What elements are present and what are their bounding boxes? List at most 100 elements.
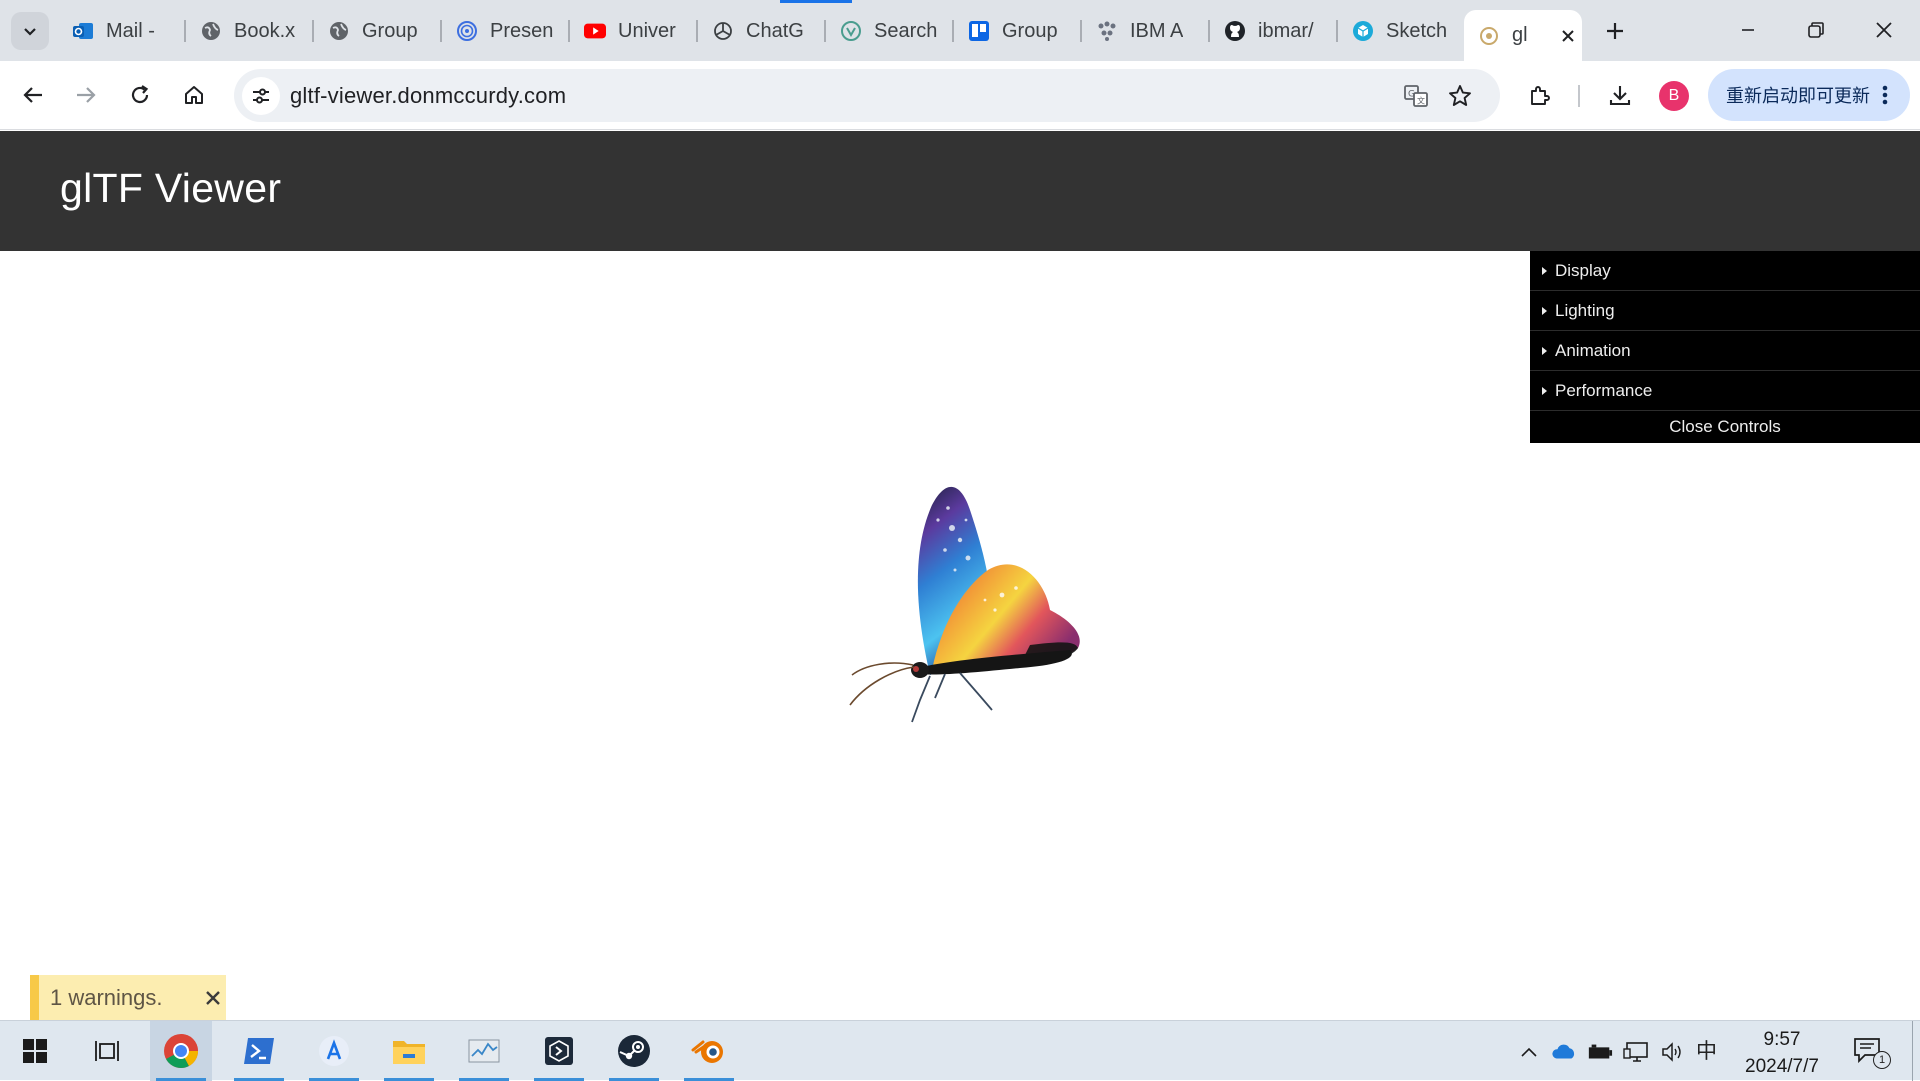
trello-icon (968, 20, 990, 42)
caret-right-icon (1542, 306, 1547, 315)
butterfly-model[interactable] (820, 460, 1120, 740)
restore-button[interactable] (1786, 10, 1846, 50)
youtube-icon (584, 20, 606, 42)
url-text[interactable]: gltf-viewer.donmccurdy.com (290, 83, 566, 109)
tab-label: Univer (618, 19, 676, 42)
bookmark-star-icon[interactable] (1446, 82, 1474, 110)
tab-trello-group[interactable]: Group (954, 10, 1080, 52)
tab-label: ChatG (746, 19, 804, 42)
warning-toast[interactable]: 1 warnings. (30, 975, 226, 1021)
chatgpt-icon (712, 20, 734, 42)
update-chrome-button[interactable]: 重新启动即可更新 (1708, 69, 1910, 121)
taskbar-app-store[interactable] (303, 1021, 365, 1081)
tab-ibm[interactable]: IBM A (1082, 10, 1208, 52)
arrow-right-icon (77, 87, 96, 103)
tab-label: Group (362, 19, 418, 42)
controls-panel: Display Lighting Animation Performance C… (1530, 251, 1920, 443)
tab-sketchfab[interactable]: Sketch (1338, 10, 1464, 52)
volume-icon[interactable] (1659, 1039, 1685, 1065)
tab-label: Sketch (1386, 19, 1448, 42)
address-bar[interactable]: gltf-viewer.donmccurdy.com G文 (234, 69, 1500, 122)
site-info-button[interactable] (242, 77, 280, 115)
taskbar-steam[interactable] (603, 1021, 665, 1081)
sketchfab-icon (1352, 20, 1374, 42)
tab-search-button[interactable] (11, 12, 49, 50)
tab-search[interactable]: Search (826, 10, 952, 52)
taskbar-file-explorer[interactable] (378, 1021, 440, 1081)
tab-label: Search (874, 19, 938, 42)
taskbar-task-manager[interactable] (453, 1021, 515, 1081)
reload-button[interactable] (120, 75, 160, 115)
tab-gltf-viewer-active[interactable]: gl (1464, 10, 1582, 61)
tab-presentation[interactable]: Presen (442, 10, 568, 52)
tab-github[interactable]: ibmar/ (1210, 10, 1336, 52)
tab-label: Group (1002, 19, 1058, 42)
tab-label: ibmar/ (1258, 19, 1314, 42)
profile-avatar[interactable]: B (1659, 81, 1689, 111)
warning-text: 1 warnings. (50, 985, 163, 1010)
taskbar-dev-tool[interactable] (528, 1021, 590, 1081)
taskbar-chrome[interactable] (150, 1021, 212, 1081)
close-controls-button[interactable]: Close Controls (1530, 411, 1920, 443)
notification-center-button[interactable]: 1 (1853, 1037, 1891, 1069)
forward-button[interactable] (66, 75, 106, 115)
system-clock[interactable]: 9:57 2024/7/7 (1732, 1026, 1832, 1080)
powershell-icon (244, 1038, 274, 1064)
app-store-icon (319, 1036, 349, 1066)
extensions-button[interactable] (1520, 75, 1560, 115)
task-view-button[interactable] (76, 1021, 138, 1081)
battery-icon[interactable] (1587, 1039, 1613, 1065)
new-tab-button[interactable] (1598, 14, 1632, 48)
github-icon (1224, 20, 1246, 42)
translate-icon[interactable]: G文 (1402, 82, 1430, 110)
caret-right-icon (1542, 386, 1547, 395)
clock-date: 2024/7/7 (1745, 1056, 1819, 1077)
show-desktop-button[interactable] (1912, 1021, 1913, 1081)
controls-folder-performance[interactable]: Performance (1530, 371, 1920, 411)
update-label: 重新启动即可更新 (1726, 86, 1870, 107)
close-tab-icon[interactable] (1556, 24, 1580, 48)
input-method-indicator[interactable]: 中 (1696, 1035, 1717, 1065)
tab-book[interactable]: Book.x (186, 10, 312, 52)
minimize-icon (1742, 29, 1754, 31)
tab-youtube[interactable]: Univer (570, 10, 696, 52)
tab-label: Mail - (106, 19, 155, 42)
task-manager-icon (468, 1039, 500, 1063)
page-title[interactable]: glTF Viewer (60, 165, 281, 212)
tab-mail[interactable]: Mail - (58, 10, 184, 52)
close-icon (1876, 22, 1892, 38)
tune-icon (253, 88, 269, 104)
folder-label: Display (1555, 260, 1611, 280)
ibm-icon (1096, 20, 1118, 42)
tab-label: IBM A (1130, 19, 1184, 42)
tab-group[interactable]: Group (314, 10, 440, 52)
tab-chatgpt[interactable]: ChatG (698, 10, 824, 52)
controls-folder-animation[interactable]: Animation (1530, 331, 1920, 371)
close-toast-button[interactable] (201, 986, 225, 1010)
controls-folder-display[interactable]: Display (1530, 251, 1920, 291)
reload-icon (131, 85, 149, 104)
home-button[interactable] (174, 75, 214, 115)
downloads-button[interactable] (1600, 75, 1640, 115)
more-vert-icon (1882, 85, 1888, 105)
folder-label: Animation (1555, 340, 1631, 360)
show-hidden-icons-chevron-up-icon[interactable] (1516, 1039, 1542, 1065)
dev-tool-icon (545, 1037, 573, 1065)
taskbar-powershell[interactable] (228, 1021, 290, 1081)
outlook-icon (72, 20, 94, 42)
caret-right-icon (1542, 346, 1547, 355)
caret-right-icon (1542, 266, 1547, 275)
network-icon[interactable] (1623, 1039, 1649, 1065)
controls-folder-lighting[interactable]: Lighting (1530, 291, 1920, 331)
minimize-button[interactable] (1718, 10, 1778, 50)
start-button[interactable] (4, 1021, 66, 1081)
taskbar-blender[interactable] (678, 1021, 740, 1081)
windows-logo-icon (23, 1039, 47, 1063)
folder-label: Performance (1555, 380, 1653, 400)
close-window-button[interactable] (1854, 10, 1914, 50)
onedrive-cloud-icon[interactable] (1551, 1039, 1577, 1065)
folder-label: Lighting (1555, 300, 1615, 320)
svg-text:文: 文 (1417, 96, 1425, 106)
back-button[interactable] (13, 75, 53, 115)
close-icon (206, 991, 220, 1005)
